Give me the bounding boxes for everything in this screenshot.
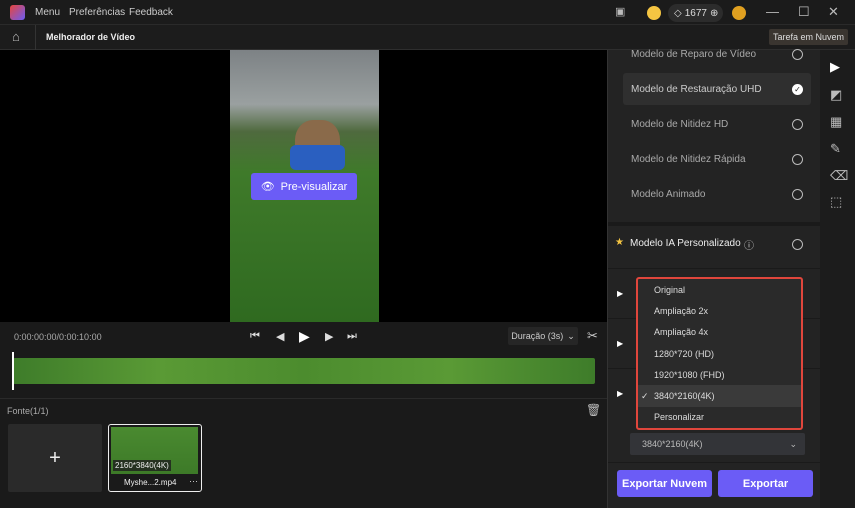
- uhd-video-icon[interactable]: ▶: [830, 59, 840, 75]
- expand-arrow-icon[interactable]: ▶: [617, 289, 623, 298]
- checkmark-icon: ✓: [641, 390, 649, 401]
- trash-icon[interactable]: 🗑: [586, 403, 601, 417]
- eye-icon: 👁: [260, 181, 275, 193]
- dropdown-option[interactable]: Original: [638, 279, 801, 300]
- radio-icon[interactable]: [792, 48, 803, 60]
- timeline-strip[interactable]: [13, 358, 595, 384]
- title-bar: Menu Preferências Feedback ▣ ◇ 1677 ⊕ — ☐ …: [0, 0, 855, 25]
- grid-plus-icon[interactable]: ▦: [830, 114, 842, 130]
- option-label: Ampliação 2x: [654, 305, 709, 316]
- page-title: Melhorador de Vídeo: [46, 32, 136, 42]
- option-label: Ampliação 4x: [654, 327, 709, 338]
- radio-icon[interactable]: [792, 188, 803, 200]
- message-icon[interactable]: ▣: [615, 5, 625, 18]
- minimize-icon[interactable]: —: [766, 4, 779, 19]
- time-readout: 0:00:00:00/0:00:10:00: [14, 332, 102, 342]
- model-label: Modelo de Restauração UHD: [631, 83, 762, 95]
- duration-label: Duração (3s): [511, 331, 564, 341]
- checked-radio-icon[interactable]: ✓: [792, 83, 803, 95]
- resolution-dropdown: Original Ampliação 2x Ampliação 4x 1280*…: [636, 277, 803, 430]
- selection-icon[interactable]: ⬚: [830, 194, 842, 210]
- diamond-icon: ◇: [674, 7, 682, 19]
- user-avatar[interactable]: [732, 6, 746, 20]
- dropdown-option[interactable]: Personalizar: [638, 407, 801, 428]
- resolution-select[interactable]: 3840*2160(4K) ⌄: [630, 433, 805, 455]
- dropdown-option[interactable]: Ampliação 2x: [638, 300, 801, 321]
- option-label: Original: [654, 284, 686, 295]
- info-icon[interactable]: ⓘ: [744, 237, 754, 252]
- export-button[interactable]: Exportar: [718, 470, 813, 497]
- source-label: Fonte(1/1): [7, 406, 49, 416]
- model-label: Modelo Animado: [631, 188, 706, 200]
- export-cloud-button[interactable]: Exportar Nuvem: [617, 470, 712, 497]
- model-label: Modelo de Nitidez HD: [631, 118, 729, 130]
- add-credits-icon[interactable]: ⊕: [710, 8, 718, 19]
- plus-icon: +: [49, 446, 61, 469]
- menu-item-feedback[interactable]: Feedback: [129, 7, 173, 18]
- model-option[interactable]: Modelo de Reparo de Vídeo: [623, 38, 811, 70]
- model-label: Modelo de Reparo de Vídeo: [631, 48, 757, 60]
- maximize-icon[interactable]: ☐: [798, 4, 810, 20]
- prev-frame-icon[interactable]: ◀: [276, 330, 284, 343]
- clip-filename: Myshe...2.mp4: [124, 478, 177, 487]
- home-icon[interactable]: ⌂: [12, 29, 20, 44]
- skip-end-icon[interactable]: ⏭: [347, 330, 357, 343]
- model-option[interactable]: Modelo de Restauração UHD ✓: [623, 73, 811, 105]
- option-label: 3840*2160(4K): [654, 391, 715, 402]
- dropdown-option[interactable]: 1920*1080 (FHD): [638, 364, 801, 385]
- custom-model-label: Modelo IA Personalizado: [630, 238, 741, 249]
- expand-arrow-icon[interactable]: ▶: [617, 389, 623, 398]
- play-icon[interactable]: ▶: [299, 328, 310, 345]
- model-option[interactable]: Modelo Animado: [623, 178, 811, 210]
- option-label: 1280*720 (HD): [654, 348, 715, 359]
- scissors-icon[interactable]: ✂: [587, 328, 598, 344]
- skip-start-icon[interactable]: ⏮: [250, 330, 260, 343]
- close-icon[interactable]: ✕: [828, 4, 839, 20]
- preview-button-label: Pre-visualizar: [280, 180, 348, 193]
- source-panel: Fonte(1/1) 🗑 + 2160*3840(4K) Myshe...2.m…: [0, 398, 607, 508]
- playhead[interactable]: [12, 352, 14, 390]
- source-clip-card[interactable]: 2160*3840(4K) Myshe...2.mp4 ···: [108, 424, 202, 492]
- curve-icon[interactable]: ◩: [830, 87, 842, 103]
- credits-count: 1677: [684, 7, 707, 19]
- radio-icon[interactable]: [792, 153, 803, 165]
- clip-resolution: 2160*3840(4K): [113, 460, 171, 471]
- more-icon[interactable]: ···: [189, 476, 198, 486]
- next-frame-icon[interactable]: ▶: [325, 330, 333, 343]
- menu-item-preferences[interactable]: Preferências: [69, 7, 125, 18]
- star-icon: ★: [615, 237, 624, 248]
- premium-icon[interactable]: [647, 6, 661, 20]
- tool-sidebar: ▶ ◩ ▦ ✎ ⌫ ⬚: [820, 50, 855, 508]
- duration-select[interactable]: Duração (3s) ⌄: [508, 327, 578, 345]
- dropdown-option[interactable]: Ampliação 4x: [638, 322, 801, 343]
- radio-icon[interactable]: [792, 239, 803, 250]
- eraser-icon[interactable]: ⌫: [830, 168, 848, 184]
- model-option[interactable]: Modelo de Nitidez Rápida: [623, 143, 811, 175]
- chevron-down-icon: ⌄: [789, 438, 797, 449]
- menu-item-menu[interactable]: Menu: [35, 7, 60, 18]
- preview-button[interactable]: 👁 Pre-visualizar: [251, 173, 357, 200]
- chevron-down-icon: ⌄: [567, 330, 575, 341]
- model-option[interactable]: Modelo de Nitidez HD: [623, 108, 811, 140]
- add-file-button[interactable]: +: [8, 424, 102, 492]
- dropdown-option-selected[interactable]: ✓ 3840*2160(4K): [638, 385, 801, 407]
- app-logo: [10, 5, 25, 20]
- dropdown-option[interactable]: 1280*720 (HD): [638, 343, 801, 364]
- resolution-select-value: 3840*2160(4K): [642, 439, 703, 449]
- option-label: 1920*1080 (FHD): [654, 369, 725, 380]
- edit-icon[interactable]: ✎: [830, 141, 841, 157]
- radio-icon[interactable]: [792, 118, 803, 130]
- option-label: Personalizar: [654, 412, 705, 423]
- model-label: Modelo de Nitidez Rápida: [631, 153, 746, 165]
- credits-badge[interactable]: ◇ 1677 ⊕: [668, 4, 723, 22]
- expand-arrow-icon[interactable]: ▶: [617, 339, 623, 348]
